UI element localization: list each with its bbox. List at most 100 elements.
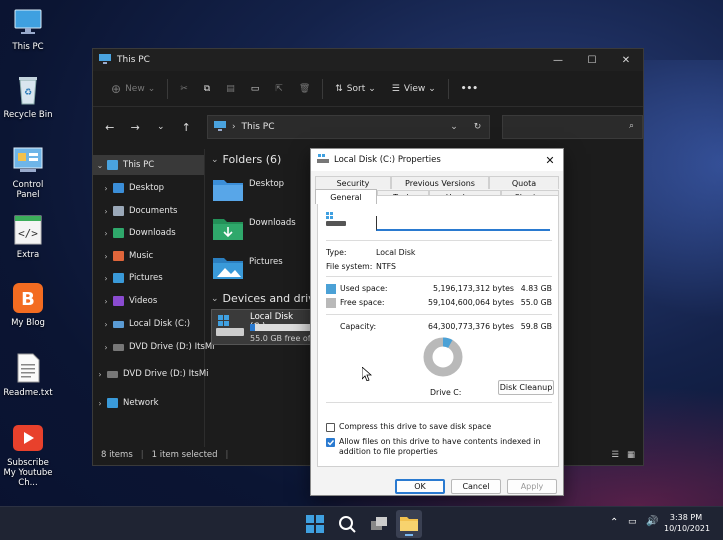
tiles-view-icon[interactable]: ▦ [627,450,635,460]
tab-quota[interactable]: Quota [489,176,559,189]
paste-button[interactable]: ▤ [218,76,243,102]
folder-desktop[interactable]: Desktop [213,177,284,204]
tree-item-dvd-drive[interactable]: › DVD Drive (D:) ItsMi [93,337,214,357]
chevron-right-icon[interactable]: › [93,370,107,379]
desktop-icon-control-panel[interactable]: Control Panel [0,144,56,200]
chevron-right-icon[interactable]: › [93,399,107,408]
tree-item-music[interactable]: › Music [93,246,153,266]
volume-icon[interactable]: 🔊 [646,516,658,527]
chevron-right-icon[interactable]: › [99,320,113,329]
chevron-right-icon[interactable]: › [99,274,113,283]
tree-item-pictures[interactable]: › Pictures [93,268,163,288]
filesystem-label: File system: [326,262,373,271]
tree-item-dvd-drive-root[interactable]: › DVD Drive (D:) ItsMi [93,364,208,384]
properties-dialog[interactable]: Local Disk (C:) Properties ✕ Security Pr… [310,148,564,496]
close-button[interactable]: ✕ [537,154,563,167]
network-icon[interactable]: ▭ [628,517,637,527]
delete-button[interactable]: 🗑 [291,76,318,102]
share-button[interactable]: ⇱ [267,76,291,102]
back-button[interactable]: ← [99,121,120,134]
up-button[interactable]: ↑ [175,121,196,134]
control-panel-icon [12,144,44,176]
folders-section-header[interactable]: ⌄ Folders (6) [211,153,281,166]
refresh-icon[interactable]: ↻ [474,122,482,132]
monitor-icon [12,6,44,38]
chevron-right-icon[interactable]: › [99,252,113,261]
start-button[interactable] [304,513,326,535]
chevron-right-icon[interactable]: › [99,184,113,193]
compress-checkbox[interactable] [326,423,335,432]
tab-security[interactable]: Security [315,176,391,189]
pictures-icon [113,273,124,283]
dialog-titlebar[interactable]: Local Disk (C:) Properties ✕ [311,149,563,171]
close-button[interactable]: ✕ [609,55,643,66]
chevron-down-icon[interactable]: ⌄ [93,161,107,170]
svg-text:B: B [21,289,35,310]
downloads-folder-icon [213,216,243,243]
recent-dropdown-button[interactable]: ⌄ [150,122,171,132]
new-button[interactable]: ⊕ New ⌄ [103,76,163,102]
capacity-gb: 59.8 GB [520,322,552,331]
file-explorer-taskbar-button[interactable] [396,510,422,538]
tree-item-videos[interactable]: › Videos [93,291,157,311]
drive-tile-local-disk[interactable]: Local Disk (C:) 55.0 GB free of [211,309,311,345]
clock-time: 3:38 PM [669,513,703,522]
sort-button[interactable]: ⇅ Sort ⌄ [327,76,384,102]
explorer-titlebar[interactable]: This PC — ☐ ✕ [93,49,643,71]
desktop-icon-my-blog[interactable]: B My Blog [0,282,56,328]
search-input[interactable]: ⌕ [502,115,643,139]
folder-downloads[interactable]: Downloads [213,216,296,243]
tree-item-network[interactable]: › Network [93,393,159,413]
chevron-right-icon[interactable]: › [99,207,113,216]
more-options-button[interactable]: ••• [453,76,486,102]
rename-button[interactable]: ▭ [243,76,268,102]
desktop-icon-extra[interactable]: </> Extra [0,214,56,260]
drive-name-input[interactable] [376,216,550,231]
folder-pictures[interactable]: Pictures [213,255,283,282]
view-button[interactable]: ☰ View ⌄ [384,76,444,102]
tree-item-this-pc[interactable]: ⌄ This PC [93,155,204,175]
rename-icon: ▭ [250,83,260,94]
chevron-right-icon[interactable]: › [99,229,113,238]
chevron-down-icon[interactable]: ⌄ [450,122,458,132]
minimize-button[interactable]: — [541,55,575,66]
chevron-right-icon[interactable]: › [99,343,113,352]
cut-button[interactable]: ✂ [172,76,196,102]
monitor-icon [107,160,118,170]
disk-cleanup-button[interactable]: Disk Cleanup [498,380,554,395]
copy-button[interactable]: ⧉ [196,76,218,102]
task-view-button[interactable] [368,513,390,535]
drive-free-text: 55.0 GB free of [250,334,311,343]
forward-button[interactable]: → [124,121,145,134]
desktop-icon-youtube[interactable]: Subscribe My Youtube Ch... [0,422,56,488]
apply-button[interactable]: Apply [507,479,557,494]
used-space-label: Used space: [340,284,388,293]
taskbar: ⌃ ▭ 🔊 3:38 PM 10/10/2021 [0,506,723,540]
desktop-icon [113,183,124,193]
details-view-icon[interactable]: ☰ [611,450,619,460]
desktop-icon-label: Subscribe My Youtube Ch... [3,458,53,488]
tree-item-documents[interactable]: › Documents [93,201,177,221]
drive-usage-bar [250,324,310,331]
address-bar[interactable]: › This PC ⌄ ↻ [206,115,491,139]
tab-previous-versions[interactable]: Previous Versions [391,176,489,189]
desktop-icon-readme[interactable]: Readme.txt [0,352,56,398]
desktop-icon-this-pc[interactable]: This PC [0,6,56,52]
chevron-right-icon[interactable]: › [99,297,113,306]
sort-icon: ⇅ [335,83,343,94]
tree-item-local-disk[interactable]: › Local Disk (C:) [93,314,190,334]
maximize-button[interactable]: ☐ [575,55,609,66]
search-icon [339,516,356,533]
desktop-icon-recycle-bin[interactable]: ♻ Recycle Bin [0,74,56,120]
tree-item-downloads[interactable]: › Downloads [93,223,176,243]
tab-general[interactable]: General [315,189,377,204]
clock[interactable]: 3:38 PM 10/10/2021 [664,512,710,534]
tree-item-desktop[interactable]: › Desktop [93,178,164,198]
ok-button[interactable]: OK [395,479,445,494]
search-button[interactable] [336,513,358,535]
cancel-button[interactable]: Cancel [451,479,501,494]
share-icon: ⇱ [275,83,283,94]
show-hidden-icons-button[interactable]: ⌃ [610,517,618,528]
drive-icon [317,153,329,167]
index-checkbox[interactable] [326,438,335,447]
